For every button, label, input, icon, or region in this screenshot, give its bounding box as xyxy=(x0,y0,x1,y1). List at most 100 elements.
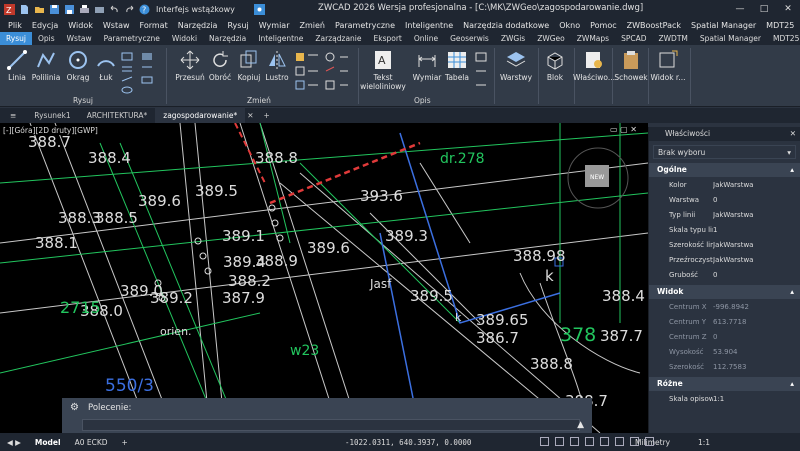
tab-narzedzia[interactable]: Narzędzia xyxy=(203,32,252,45)
tab-widoki[interactable]: Widoki xyxy=(166,32,203,45)
menu-wymiar[interactable]: Wymiar xyxy=(254,21,295,30)
selection-dropdown[interactable]: Brak wyboru ▾ xyxy=(653,145,796,159)
prop-row[interactable]: Warstwa 0 xyxy=(649,192,800,207)
drawing-canvas[interactable]: NEW 388.7 388.4 388.3 388.5 388.1 389.6 … xyxy=(0,123,648,433)
menu-edycja[interactable]: Edycja xyxy=(27,21,63,30)
tab-layout[interactable]: A0 ECKD xyxy=(68,438,115,447)
app-logo-icon[interactable]: Z xyxy=(4,3,15,15)
ortho-toggle-icon[interactable] xyxy=(570,437,579,446)
doc-tab-architektura[interactable]: ARCHITEKTURA* xyxy=(79,108,156,123)
tab-zwdtm[interactable]: ZWDTM xyxy=(653,32,694,45)
workspace-settings-icon[interactable] xyxy=(254,3,265,15)
nav-arrows-icon[interactable]: ◀ ▶ xyxy=(0,438,28,447)
menu-wstaw[interactable]: Wstaw xyxy=(98,21,135,30)
tab-spatial-manager[interactable]: Spatial Manager xyxy=(694,32,767,45)
polyline-button[interactable]: Polilinia xyxy=(30,49,62,82)
tab-parametryczne[interactable]: Parametryczne xyxy=(98,32,166,45)
tab-mdt25[interactable]: MDT25 xyxy=(767,32,800,45)
scale-select[interactable]: 1:1 xyxy=(698,438,710,447)
plot-icon[interactable] xyxy=(94,4,105,15)
save-as-icon[interactable] xyxy=(64,4,75,15)
mirror-button[interactable]: Lustro xyxy=(264,49,290,82)
menu-narzedzia[interactable]: Narzędzia xyxy=(173,21,223,30)
polar-toggle-icon[interactable] xyxy=(585,437,594,446)
dimension-button[interactable]: Wymiar xyxy=(410,49,444,82)
chevron-up-icon[interactable]: ▲ xyxy=(577,420,584,430)
help-icon[interactable]: ? xyxy=(139,4,150,15)
print-icon[interactable] xyxy=(79,4,90,15)
block-button[interactable]: Blok xyxy=(540,49,570,82)
mtext-button[interactable]: A Tekst wieloliniowy xyxy=(360,49,406,91)
tab-eksport[interactable]: Eksport xyxy=(368,32,408,45)
tab-zarzadzanie[interactable]: Zarządzanie xyxy=(309,32,367,45)
view-button[interactable]: Widok r... xyxy=(650,49,686,82)
tab-zwgis[interactable]: ZWGis xyxy=(495,32,531,45)
layers-button[interactable]: Warstwy xyxy=(498,49,534,82)
tab-inteligentne[interactable]: Inteligentne xyxy=(252,32,309,45)
snap-toggle-icon[interactable] xyxy=(540,437,549,446)
move-button[interactable]: Przesuń xyxy=(174,49,206,82)
new-tab-button[interactable]: + xyxy=(256,108,278,123)
osnap-toggle-icon[interactable] xyxy=(600,437,609,446)
menu-hamburger-icon[interactable]: ≡ xyxy=(0,108,26,123)
tab-wstaw[interactable]: Wstaw xyxy=(61,32,98,45)
prop-row[interactable]: Skala opisowa1:1 xyxy=(649,391,800,406)
menu-narzedzia-dodatkowe[interactable]: Narzędzia dodatkowe xyxy=(458,21,554,30)
redo-icon[interactable] xyxy=(124,4,135,15)
prop-row[interactable]: PrzeźroczystośćJakWarstwa xyxy=(649,252,800,267)
draw-small-tools-icon[interactable] xyxy=(120,51,160,95)
add-layout-button[interactable]: + xyxy=(115,438,135,447)
close-tab-icon[interactable]: ✕ xyxy=(245,108,255,123)
new-file-icon[interactable] xyxy=(19,4,30,15)
menu-widok[interactable]: Widok xyxy=(63,21,98,30)
viewport-label[interactable]: [-][Góra][2D druty][GWP] xyxy=(3,126,98,135)
doc-tab-zagospodarowanie[interactable]: zagospodarowanie* xyxy=(155,108,246,123)
doc-tab-rysunek1[interactable]: Rysunek1 xyxy=(26,108,78,123)
tab-zwmaps[interactable]: ZWMaps xyxy=(571,32,615,45)
table-button[interactable]: Tabela xyxy=(444,49,470,82)
minimize-button[interactable]: — xyxy=(728,0,752,18)
menu-pomoc[interactable]: Pomoc xyxy=(585,21,622,30)
tab-spcad[interactable]: SPCAD xyxy=(615,32,652,45)
annot-small-tools-icon[interactable] xyxy=(474,51,488,95)
section-misc[interactable]: Różne ▴ xyxy=(649,377,800,391)
rotate-button[interactable]: Obróć xyxy=(206,49,234,82)
prop-row[interactable]: Typ linii JakWarstwa xyxy=(649,207,800,222)
close-button[interactable]: ✕ xyxy=(776,0,800,18)
open-folder-icon[interactable] xyxy=(34,4,45,15)
tab-rysuj[interactable]: Rysuj xyxy=(0,32,32,45)
tab-geoserwis[interactable]: Geoserwis xyxy=(444,32,495,45)
tab-opis[interactable]: Opis xyxy=(32,32,61,45)
circle-button[interactable]: Okrąg xyxy=(64,49,92,82)
line-button[interactable]: Linia xyxy=(4,49,30,82)
command-input[interactable] xyxy=(82,419,580,431)
prop-row[interactable]: Szerokość liniiJakWarstwa xyxy=(649,237,800,252)
menu-spatial-manager[interactable]: Spatial Manager xyxy=(686,21,761,30)
section-general[interactable]: Ogólne ▴ xyxy=(649,163,800,177)
otrack-toggle-icon[interactable] xyxy=(615,437,624,446)
save-icon[interactable] xyxy=(49,4,60,15)
prop-row[interactable]: Skala typu linii1 xyxy=(649,222,800,237)
section-view[interactable]: Widok ▴ xyxy=(649,285,800,299)
menu-rysuj[interactable]: Rysuj xyxy=(222,21,253,30)
menu-format[interactable]: Format xyxy=(135,21,173,30)
prop-row[interactable]: Kolor JakWarstwa xyxy=(649,177,800,192)
undo-icon[interactable] xyxy=(109,4,120,15)
gear-icon[interactable]: ⚙ xyxy=(70,402,79,413)
menu-zwboostpack[interactable]: ZWBoostPack xyxy=(622,21,686,30)
menu-okno[interactable]: Okno xyxy=(554,21,585,30)
maximize-button[interactable]: □ xyxy=(752,0,776,18)
menu-plik[interactable]: Plik xyxy=(3,21,27,30)
panel-close-icon[interactable]: ✕ xyxy=(790,127,796,141)
modify-small-tools-icon[interactable] xyxy=(294,51,352,95)
copy-button[interactable]: Kopiuj xyxy=(236,49,262,82)
menu-inteligentne[interactable]: Inteligentne xyxy=(400,21,458,30)
properties-button[interactable]: Właściwo... xyxy=(573,49,615,82)
menu-mdt25[interactable]: MDT25 xyxy=(761,21,799,30)
tab-zwgeo[interactable]: ZWGeo xyxy=(531,32,571,45)
tab-online[interactable]: Online xyxy=(408,32,444,45)
clipboard-button[interactable]: Schowek xyxy=(614,49,648,82)
grid-toggle-icon[interactable] xyxy=(555,437,564,446)
canvas-minimize-icon[interactable]: ▭ ▢ ✕ xyxy=(610,125,637,134)
units-select[interactable]: Milimetry xyxy=(635,438,670,447)
